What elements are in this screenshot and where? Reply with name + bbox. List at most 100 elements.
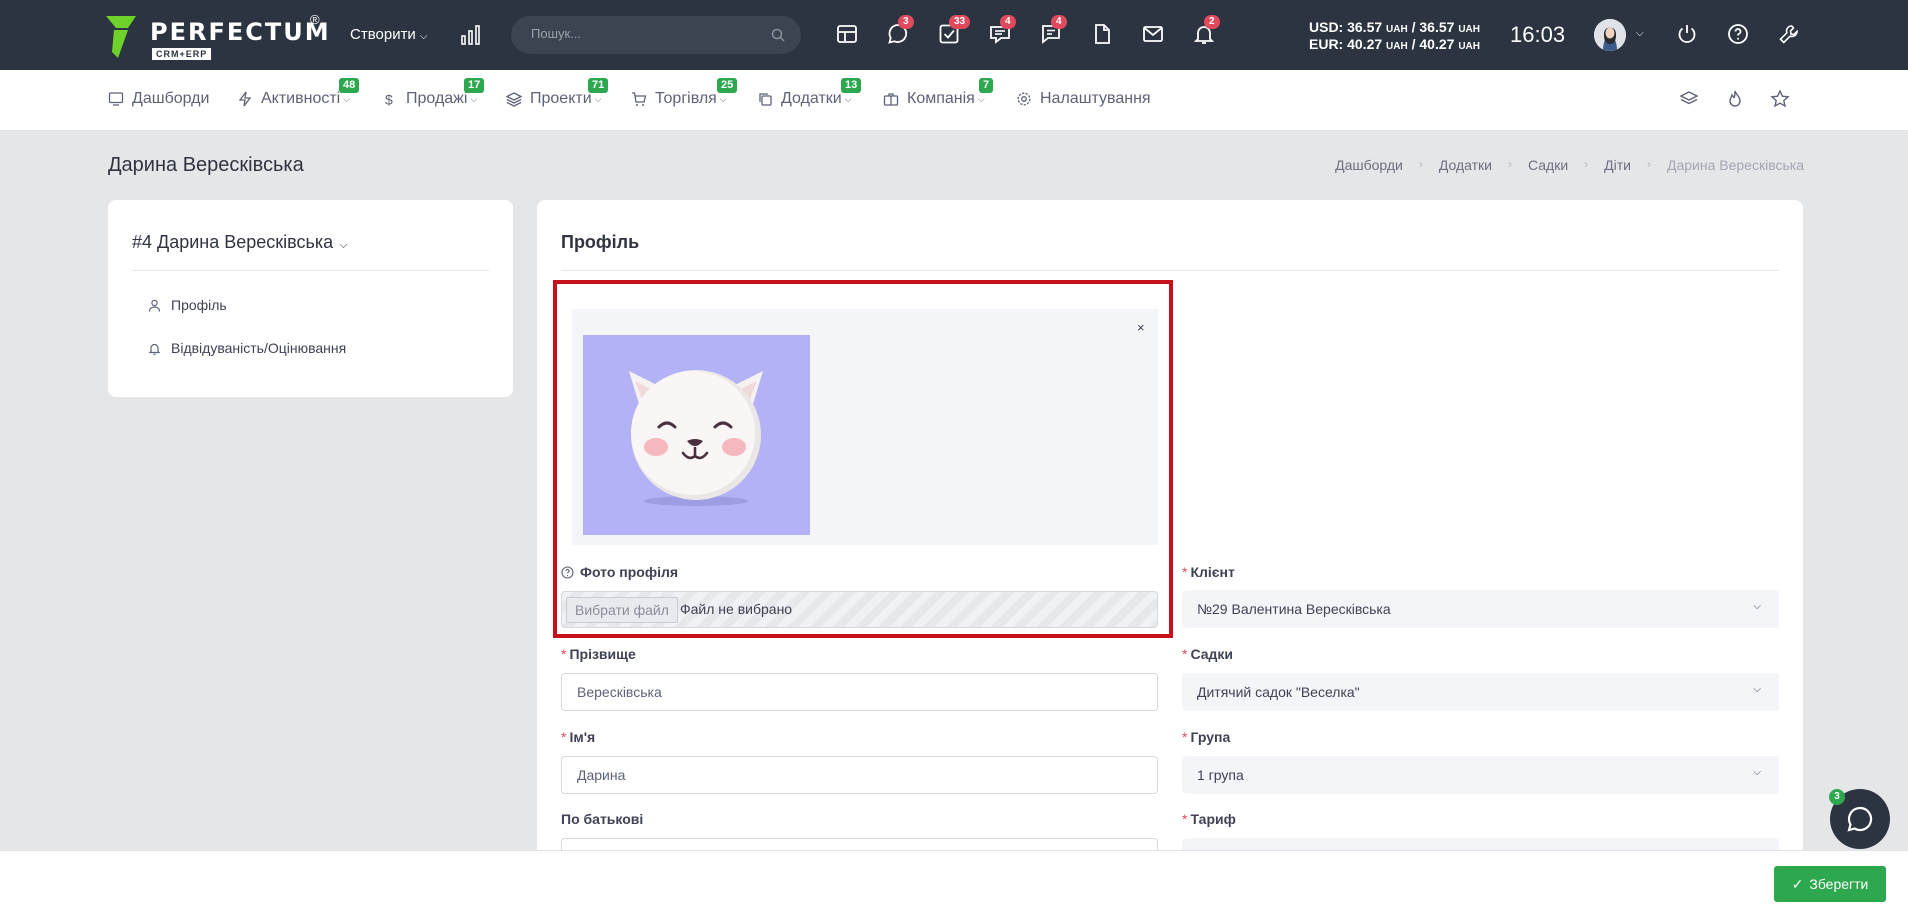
nav-label: Торгівля [655,90,717,107]
sidebar-item-attendance[interactable]: Відвідуваність/Оцінювання [148,340,346,356]
kindergarten-select[interactable]: Дитячий садок "Веселка" ⌵ [1182,673,1779,711]
kindergarten-label: * Садки [1182,646,1234,662]
mail-icon[interactable] [1141,22,1167,48]
record-title: #4 Дарина Вересківська [132,232,334,252]
chevron-down-icon: ⌵ [419,31,428,42]
notifications-badge: 2 [1204,15,1220,29]
chevron-down-icon: ⌵ [339,239,348,251]
star-icon[interactable] [1770,89,1790,109]
patronymic-field[interactable] [561,838,1158,850]
chevron-down-icon: ⌵ [594,93,602,104]
nav-projects[interactable]: Проекти ⌵ 71 [506,78,609,108]
nav-label: Дашборди [132,90,210,107]
lightning-icon [238,91,252,107]
layers-icon[interactable] [1679,89,1699,109]
nav-company[interactable]: Компанія ⌵ 7 [883,78,994,108]
bar-chart-icon[interactable] [460,24,482,46]
chevron-down-icon: ⌵ [844,93,852,104]
record-selector[interactable]: #4 Дарина Вересківська ⌵ [132,232,348,253]
profile-sidebar-card: #4 Дарина Вересківська ⌵ Профіль Відвідув… [108,200,513,397]
search-icon[interactable] [771,28,785,42]
wrench-icon[interactable] [1777,22,1803,48]
logo[interactable]: PERFECTUM ® CRM+ERP [106,12,329,60]
nav-label: Додатки [781,90,842,107]
chevron-right-icon: › [1507,157,1512,171]
nav-bar: Дашборди Активності ⌵ 48 $ Продажі ⌵ 17 Пр… [0,70,1908,130]
top-bar: PERFECTUM ® CRM+ERP Створити⌵ 3 33 4 4 [0,0,1908,70]
nav-badge: 17 [464,78,485,93]
user-icon [148,299,161,312]
photo-highlight-frame [553,280,1173,638]
currency-rates: USD: 36.57 UAH / 36.57 UAH EUR: 40.27 UA… [1309,20,1480,54]
tariff-select[interactable] [1182,838,1779,850]
gear-icon [1017,92,1031,106]
comments-icon[interactable]: 4 [1039,15,1067,48]
nav-badge: 25 [717,78,738,93]
kindergarten-value: Дитячий садок "Веселка" [1197,684,1360,700]
chevron-down-icon: ⌵ [1753,767,1761,778]
name-field[interactable] [561,756,1158,794]
messages-icon[interactable]: 4 [988,15,1016,48]
breadcrumb-item[interactable]: Дашборди [1335,157,1403,173]
breadcrumb: Дашборди › Додатки › Садки › Діти › Дарина В… [1335,157,1804,173]
breadcrumb-item[interactable]: Діти [1604,157,1631,173]
help-icon[interactable] [1726,22,1752,48]
group-select[interactable]: 1 група ⌵ [1182,756,1779,794]
logo-mark-icon [106,16,136,58]
surname-field[interactable] [561,673,1158,711]
search-box[interactable] [511,16,801,54]
nav-settings[interactable]: Налаштування [1016,90,1151,108]
chevron-right-icon: › [1584,157,1589,171]
client-select[interactable]: №29 Валентина Вересківська ⌵ [1182,590,1779,628]
avatar[interactable] [1594,19,1626,51]
logo-registered: ® [310,12,320,27]
messages-badge: 4 [1000,15,1016,29]
comments-badge: 4 [1051,15,1067,29]
chevron-down-icon: ⌵ [470,93,478,104]
bell-icon [148,343,161,355]
fire-icon[interactable] [1725,89,1745,109]
tasks-icon[interactable]: 33 [937,15,971,48]
save-label: Зберегти [1809,876,1869,892]
power-icon[interactable] [1675,22,1701,48]
save-button[interactable]: ✓ Зберегти [1774,866,1886,902]
create-menu[interactable]: Створити ⌵ [350,26,427,43]
chevron-down-icon: ⌵ [977,93,985,104]
chevron-down-icon: ⌵ [1753,684,1761,695]
calendar-icon[interactable] [835,22,861,48]
chat-badge: 3 [898,15,914,29]
breadcrumb-item[interactable]: Садки [1528,157,1568,173]
patronymic-label: По батькові [561,811,644,827]
create-label: Створити [350,26,416,43]
surname-label: * Прізвище [561,646,636,662]
breadcrumb-item[interactable]: Додатки [1439,157,1492,173]
document-icon[interactable] [1090,22,1116,48]
tariff-label: * Тариф [1182,811,1236,827]
dashboard-icon [108,92,124,106]
group-value: 1 група [1197,767,1244,783]
chat-icon[interactable]: 3 [886,15,914,48]
chevron-down-icon[interactable]: ⌵ [1636,28,1644,39]
page-title: Дарина Вересківська [108,154,304,176]
bell-icon[interactable]: 2 [1192,15,1220,48]
copy-icon [759,93,772,106]
logo-text: PERFECTUM [150,18,331,46]
nav-label: Продажі [406,90,468,107]
divider [561,270,1779,271]
sidebar-item-profile[interactable]: Профіль [148,297,227,313]
eur-rate: EUR: 40.27 UAH / 40.27 UAH [1309,36,1480,53]
nav-addons[interactable]: Додатки ⌵ 13 [757,78,862,108]
breadcrumb-current: Дарина Вересківська [1666,157,1804,173]
group-label: * Група [1182,729,1231,745]
sidebar-item-label: Профіль [171,297,227,313]
nav-activities[interactable]: Активності ⌵ 48 [237,78,360,108]
chevron-right-icon: › [1418,157,1423,171]
nav-sales[interactable]: $ Продажі ⌵ 17 [382,78,485,108]
nav-dashboards[interactable]: Дашборди [108,90,209,108]
chevron-down-icon: ⌵ [343,93,351,104]
nav-trade[interactable]: Торгівля ⌵ 25 [631,78,738,108]
nav-badge: 48 [339,78,360,93]
search-input[interactable] [531,26,751,41]
tasks-badge: 33 [949,15,971,29]
briefcase-icon [883,93,899,106]
